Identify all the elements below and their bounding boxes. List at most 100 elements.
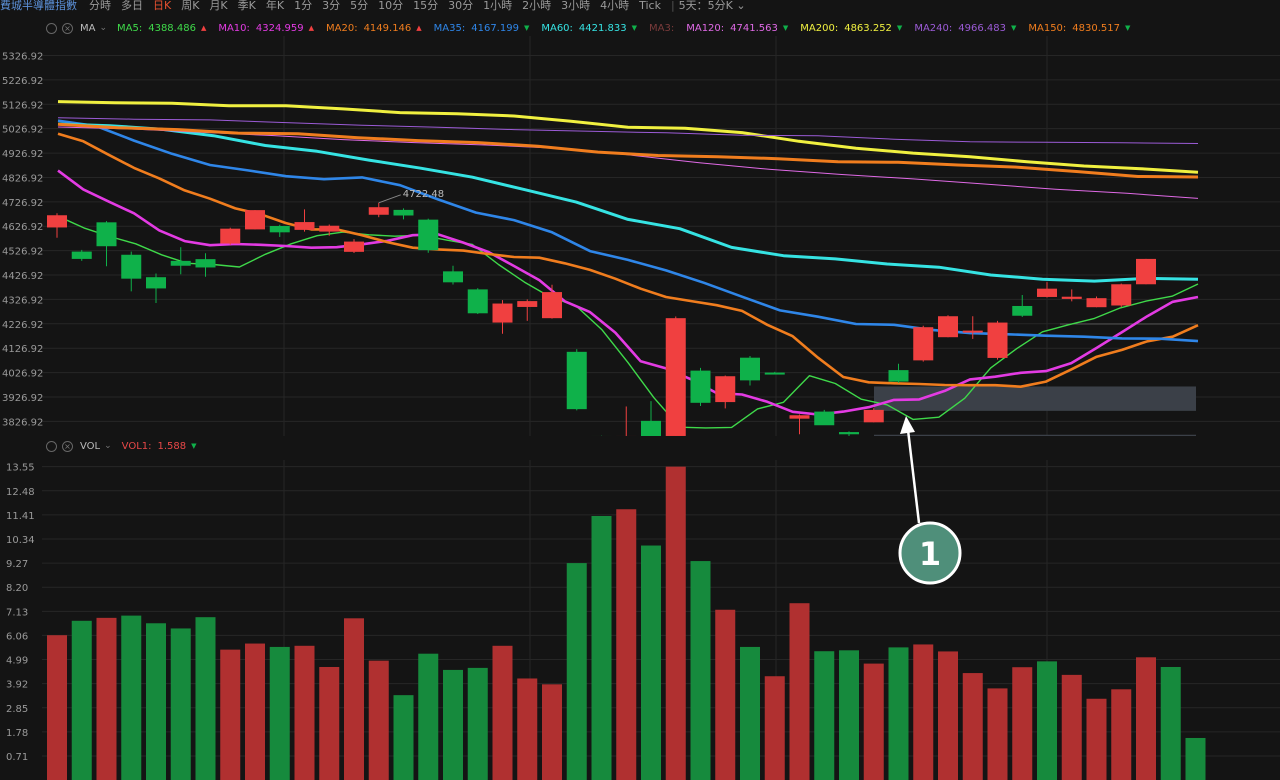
vol-y-tick-label: 8.20 <box>6 583 28 594</box>
vol-y-tick-label: 6.06 <box>6 631 28 642</box>
volume-bar <box>195 617 216 780</box>
volume-bar <box>1037 661 1057 780</box>
vol-y-tick-label: 4.99 <box>6 656 28 667</box>
candle-body <box>938 316 958 338</box>
volume-bar <box>888 647 909 780</box>
candle-body <box>764 372 785 375</box>
candle-body <box>418 219 439 251</box>
price-y-tick-label: 4826.92 <box>2 173 43 184</box>
volume-bar <box>517 678 538 780</box>
volume-chart[interactable]: 13.55 12.48 11.41 10.34 9.27 8.20 7.13 6.06 4.99… <box>0 440 1280 780</box>
vol-y-tick-label: 12.48 <box>6 487 35 498</box>
vol-y-tick-label: 1.78 <box>6 728 28 739</box>
candle-body <box>839 432 859 435</box>
candle-body <box>319 225 340 232</box>
volume-bar <box>690 561 711 780</box>
volume-bar <box>542 684 562 780</box>
price-y-tick-label: 4326.92 <box>2 295 43 306</box>
volume-bar <box>913 644 934 780</box>
price-y-tick-label: 4126.92 <box>2 344 43 355</box>
ma-line-ma200 <box>57 100 1199 174</box>
volume-bar <box>566 563 587 780</box>
candle-body <box>1037 288 1057 297</box>
candle-body <box>443 271 463 283</box>
price-y-tick-label: 5026.92 <box>2 125 43 136</box>
volume-bar <box>715 609 736 780</box>
price-y-tick-label: 4926.92 <box>2 149 43 160</box>
candle-body <box>690 370 711 403</box>
volume-bar <box>96 617 117 780</box>
volume-bar <box>121 615 142 780</box>
volume-bar <box>1111 689 1132 780</box>
volume-bar <box>71 620 92 780</box>
candle-body <box>344 241 364 252</box>
volume-bar <box>344 618 364 780</box>
volume-bar <box>616 509 637 780</box>
candle-body <box>1012 305 1033 316</box>
candle-body <box>913 327 934 361</box>
volume-bar <box>294 645 315 780</box>
volume-bar <box>393 695 414 780</box>
candle-body <box>195 259 216 268</box>
candle-body <box>467 289 488 314</box>
volume-bar <box>641 545 661 780</box>
candle-body <box>641 420 661 436</box>
ma-line-ma60 <box>57 122 1199 283</box>
price-y-tick-label: 4226.92 <box>2 320 43 331</box>
vol-y-tick-label: 0.71 <box>6 752 28 763</box>
candle-body <box>715 376 736 403</box>
volume-bar <box>1136 657 1156 780</box>
candle-body <box>245 210 265 230</box>
price-y-tick-label: 3826.92 <box>2 417 43 428</box>
candle-body <box>71 251 92 259</box>
price-y-tick-label: 5126.92 <box>2 100 43 111</box>
candle-body <box>170 260 191 266</box>
volume-bar <box>146 623 166 780</box>
price-y-tick-label: 5226.92 <box>2 76 43 87</box>
volume-bar <box>269 646 290 780</box>
volume-bar <box>938 651 958 780</box>
volume-bar <box>492 645 513 780</box>
candle-body <box>146 277 166 289</box>
volume-bar <box>789 603 810 780</box>
price-y-tick-label: 4026.92 <box>2 369 43 380</box>
candle-body <box>492 303 513 323</box>
volume-bar <box>740 646 760 780</box>
volume-bar <box>1061 674 1082 780</box>
candle-body <box>789 415 810 419</box>
candle-body <box>1061 296 1082 299</box>
candle-body <box>393 209 414 216</box>
volume-bar <box>47 635 67 780</box>
price-y-tick-label: 4626.92 <box>2 222 43 233</box>
volume-bar <box>1012 667 1033 780</box>
volume-bar <box>245 643 265 780</box>
price-chart[interactable]: 5326.92 5226.92 5126.92 5026.92 4926.92 4826.… <box>0 0 1280 436</box>
vol-y-tick-label: 7.13 <box>6 607 28 618</box>
volume-bar <box>1185 737 1206 780</box>
candle-body <box>1136 258 1156 285</box>
vol-y-tick-label: 2.85 <box>6 704 28 715</box>
volume-bar <box>1086 698 1107 780</box>
vol-y-tick-label: 9.27 <box>6 559 28 570</box>
candle-body <box>96 222 117 247</box>
candle-body <box>121 254 142 279</box>
volume-bar <box>665 466 686 780</box>
price-y-tick-label: 4726.92 <box>2 198 43 209</box>
candle-body <box>1086 298 1107 308</box>
vol-y-tick-label: 10.34 <box>6 535 35 546</box>
volume-bar <box>863 663 884 780</box>
candle-body <box>542 292 562 319</box>
volume-bar <box>220 649 241 780</box>
candle-body <box>220 228 241 244</box>
volume-bar <box>962 673 983 780</box>
price-y-tick-label: 3926.92 <box>2 393 43 404</box>
max-price-label: 4722.48 <box>403 189 444 200</box>
vol-y-tick-label: 11.41 <box>6 511 35 522</box>
candle-body <box>566 351 587 410</box>
candle-body <box>863 409 884 423</box>
candle-body <box>47 215 67 228</box>
candle-body <box>294 222 315 230</box>
candle-body <box>269 225 290 233</box>
candle-body <box>368 207 389 215</box>
price-y-tick-label: 4426.92 <box>2 271 43 282</box>
